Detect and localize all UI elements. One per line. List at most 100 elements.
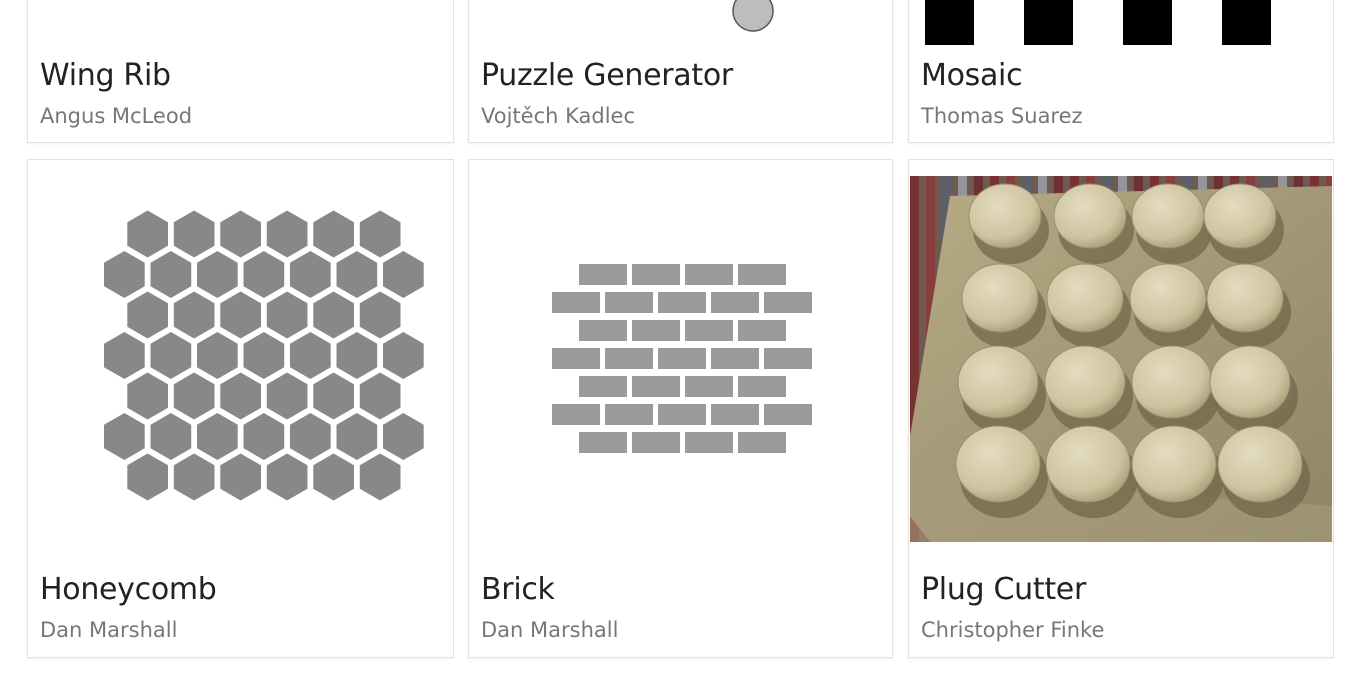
project-author: Christopher Finke — [921, 618, 1105, 642]
hexagon-tile — [173, 372, 215, 420]
brick-tile — [685, 320, 733, 341]
brick-tile — [738, 432, 786, 453]
hexagon-tile — [197, 251, 238, 298]
brick-pattern-image — [552, 264, 812, 453]
project-author: Dan Marshall — [481, 618, 619, 642]
project-title: Plug Cutter — [921, 572, 1086, 607]
wooden-plug — [1131, 183, 1205, 249]
brick-tile — [764, 404, 812, 425]
project-card-honeycomb[interactable]: Honeycomb Dan Marshall — [27, 159, 454, 658]
project-thumbnail — [910, 176, 1332, 542]
hexagon-tile — [104, 251, 145, 298]
wooden-plug — [957, 345, 1039, 419]
hexagon-tile — [127, 210, 168, 258]
hexagon-tile — [383, 251, 424, 298]
hexagon-tile — [290, 413, 331, 460]
brick-tile — [738, 376, 786, 397]
hexagon-tile — [359, 210, 401, 258]
hexagon-tile — [150, 332, 192, 379]
project-thumbnail — [28, 176, 453, 542]
project-title: Honeycomb — [40, 572, 217, 607]
hexagon-tile — [266, 372, 308, 420]
hexagon-tile — [243, 332, 285, 379]
wooden-plug — [1053, 183, 1127, 249]
project-author: Vojtěch Kadlec — [481, 104, 636, 128]
hexagon-tile — [313, 210, 354, 258]
wooden-plug — [1045, 425, 1131, 503]
hexagon-tile — [220, 291, 261, 339]
hexagon-tile — [127, 372, 168, 420]
brick-tile — [711, 348, 759, 369]
project-title: Wing Rib — [40, 58, 171, 93]
hexagon-tile — [359, 372, 401, 420]
hexagon-tile — [197, 332, 238, 379]
brick-tile — [632, 432, 680, 453]
brick-tile — [552, 404, 600, 425]
brick-tile — [711, 292, 759, 313]
project-card-puzzle-generator[interactable]: Puzzle Generator Vojtěch Kadlec — [468, 0, 893, 143]
wooden-plug — [1203, 183, 1277, 249]
brick-tile — [658, 404, 706, 425]
wooden-plug — [968, 183, 1042, 249]
hexagon-tile — [104, 413, 145, 460]
puzzle-marker-icon — [732, 0, 774, 32]
project-author: Dan Marshall — [40, 618, 178, 642]
hexagon-pattern-image — [104, 210, 424, 501]
hexagon-tile — [313, 291, 354, 339]
wooden-plug — [955, 425, 1041, 503]
wooden-plug — [1209, 345, 1291, 419]
hexagon-tile — [313, 453, 354, 501]
wooden-plug — [1131, 345, 1213, 419]
wooden-plug — [961, 263, 1039, 333]
brick-tile — [605, 404, 653, 425]
wooden-plug — [1046, 263, 1124, 333]
project-card-wing-rib[interactable]: Wing Rib Angus McLeod — [27, 0, 454, 143]
project-card-plug-cutter[interactable]: Plug Cutter Christopher Finke — [908, 159, 1334, 658]
mosaic-pattern-image — [925, 0, 1271, 45]
brick-tile — [579, 376, 627, 397]
hexagon-tile — [104, 332, 145, 379]
brick-tile — [605, 292, 653, 313]
brick-tile — [711, 404, 759, 425]
project-author: Angus McLeod — [40, 104, 193, 128]
hexagon-tile — [336, 251, 378, 298]
hexagon-tile — [173, 210, 215, 258]
hexagon-tile — [127, 291, 168, 339]
hexagon-tile — [197, 413, 238, 460]
brick-tile — [579, 264, 627, 285]
hexagon-tile — [336, 413, 378, 460]
project-title: Puzzle Generator — [481, 58, 733, 93]
brick-tile — [738, 264, 786, 285]
wooden-plug — [1129, 263, 1207, 333]
project-thumbnail — [469, 0, 892, 43]
brick-tile — [632, 376, 680, 397]
brick-tile — [579, 320, 627, 341]
hexagon-tile — [359, 291, 401, 339]
brick-tile — [632, 320, 680, 341]
hexagon-tile — [243, 251, 285, 298]
hexagon-tile — [266, 453, 308, 501]
brick-tile — [764, 348, 812, 369]
wooden-plug — [1044, 345, 1126, 419]
hexagon-tile — [220, 372, 261, 420]
brick-tile — [738, 320, 786, 341]
project-card-brick[interactable]: Brick Dan Marshall — [468, 159, 893, 658]
brick-tile — [579, 432, 627, 453]
hexagon-tile — [383, 332, 424, 379]
hexagon-tile — [290, 251, 331, 298]
hexagon-tile — [359, 453, 401, 501]
brick-tile — [685, 264, 733, 285]
hexagon-tile — [150, 413, 192, 460]
brick-tile — [658, 348, 706, 369]
brick-tile — [685, 376, 733, 397]
project-thumbnail — [909, 0, 1333, 45]
brick-tile — [552, 348, 600, 369]
project-card-mosaic[interactable]: Mosaic Thomas Suarez — [908, 0, 1334, 143]
project-title: Brick — [481, 572, 555, 607]
brick-tile — [605, 348, 653, 369]
hexagon-tile — [173, 291, 215, 339]
brick-tile — [764, 292, 812, 313]
hexagon-tile — [290, 332, 331, 379]
brick-tile — [552, 292, 600, 313]
hexagon-tile — [150, 251, 192, 298]
